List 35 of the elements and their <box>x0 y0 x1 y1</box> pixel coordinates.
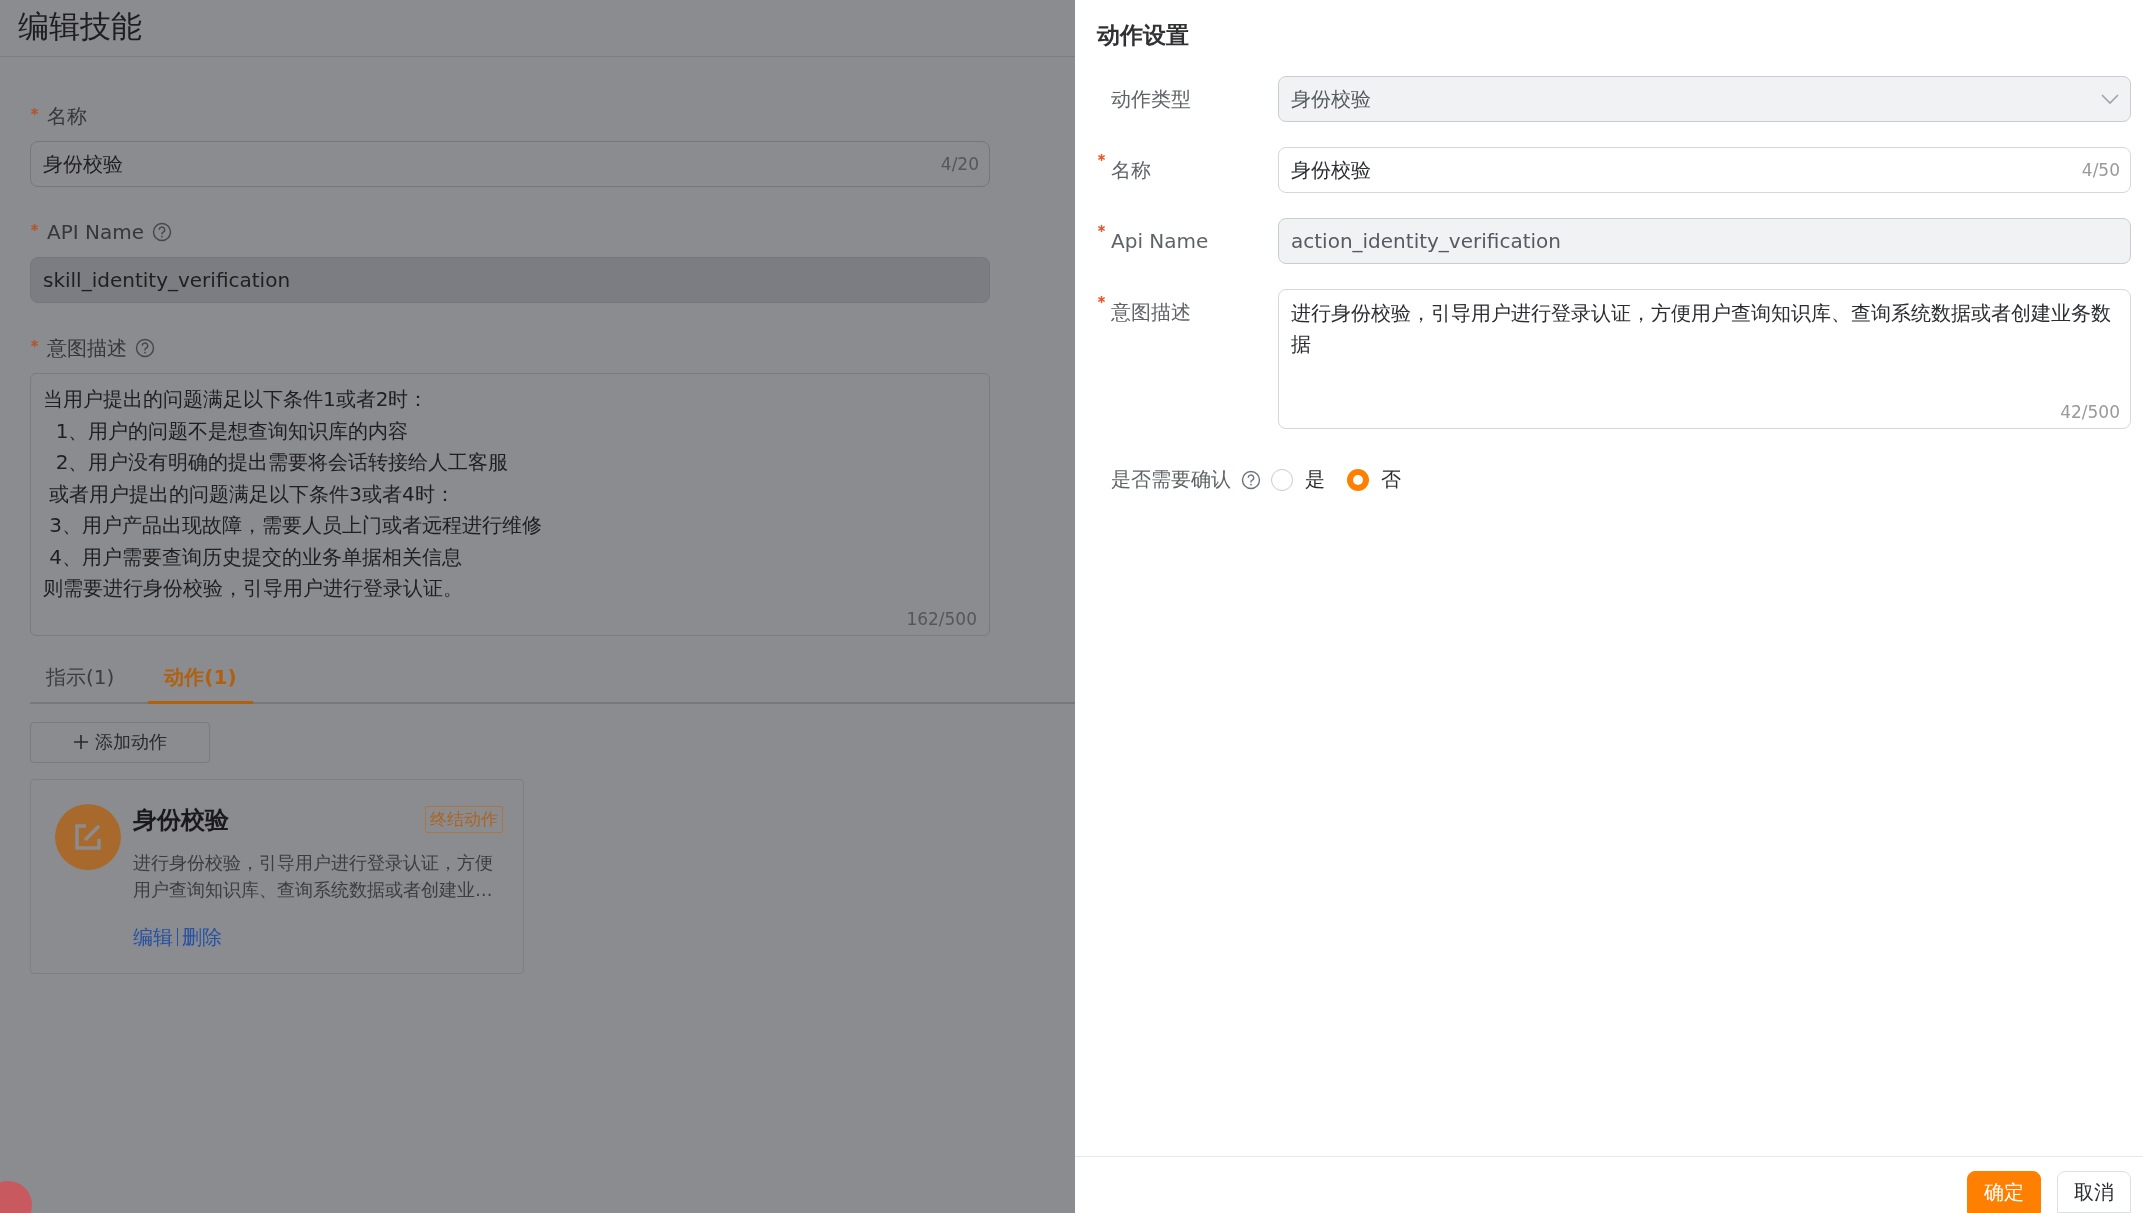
radio-option[interactable]: 是 <box>1271 466 1337 493</box>
text-line: 或者用户提出的问题满足以下条件3或者4时： <box>48 480 455 508</box>
field-label: 名称 <box>47 102 87 130</box>
add-action-button[interactable]: 添加动作 <box>30 721 210 763</box>
tab[interactable]: 指示(1) <box>42 655 119 704</box>
confirm-button[interactable]: 确定 <box>1967 1171 2041 1213</box>
field-label: Api Name <box>1111 229 1209 253</box>
description-textarea[interactable]: 进行身份校验，引导用户进行登录认证，方便用户查询知识库、查询系统数据或者创建业务数据 42/500 <box>1278 289 2131 429</box>
plus-icon <box>73 734 89 750</box>
field-label: 意图描述 <box>1111 298 1191 326</box>
radio-option[interactable]: 否 <box>1347 466 1413 493</box>
text-input[interactable]: 身份校验 4/50 <box>1278 147 2131 193</box>
text-line: 1、用户的问题不是想查询知识库的内容 <box>54 417 409 445</box>
char-counter: 4/50 <box>2081 160 2120 180</box>
help-icon[interactable] <box>135 338 155 358</box>
field-label: 意图描述 <box>47 334 127 362</box>
help-icon[interactable] <box>1241 469 1261 490</box>
drawer-title: 动作设置 <box>1095 21 1190 50</box>
action-title: 身份校验 <box>133 804 229 836</box>
field-label: 动作类型 <box>1111 85 1191 113</box>
action-description: 进行身份校验，引导用户进行登录认证，方便用户查询知识库、查询系统数据或者创建业… <box>133 851 494 902</box>
text-line: 4、用户需要查询历史提交的业务单据相关信息 <box>48 543 463 571</box>
action-tag: 终结动作 <box>425 806 503 833</box>
cancel-button[interactable]: 取消 <box>2057 1171 2131 1213</box>
field-label: 名称 <box>1111 156 1151 184</box>
page-title: 编辑技能 <box>0 0 1075 57</box>
text-line: 2、用户没有明确的提出需要将会话转接给人工客服 <box>54 449 509 476</box>
text-line: 当用户提出的问题满足以下条件1或者2时： <box>43 386 429 413</box>
field-label: 是否需要确认 <box>1111 466 1231 493</box>
field-label: API Name <box>47 220 144 244</box>
text-line: 3、用户产品出现故障，需要人员上门或者远程进行维修 <box>48 512 543 539</box>
edit-icon <box>55 803 121 870</box>
chevron-down-icon <box>2100 93 2120 105</box>
char-counter: 42/500 <box>2060 402 2120 422</box>
text-line: 则需要进行身份校验，引导用户进行登录认证。 <box>43 575 463 602</box>
